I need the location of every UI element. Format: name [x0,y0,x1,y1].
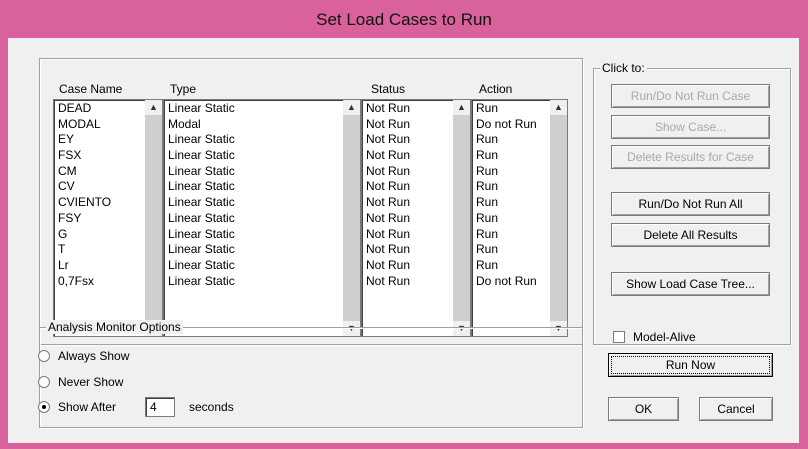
window-title: Set Load Cases to Run [0,0,808,38]
case-name-cell[interactable]: MODAL [56,117,144,133]
header-status: Status [371,82,406,96]
radio-button-icon[interactable] [38,375,50,388]
case-status-cell[interactable]: Not Run [364,258,452,274]
case-name-cell[interactable]: FSY [56,211,144,227]
radio-button-icon[interactable] [38,349,50,362]
radio-always-show-label: Always Show [58,349,130,363]
dialog-client-area: Case Name Type Status Action DEAD MODAL EY… [8,38,799,443]
case-action-cell[interactable]: Run [474,227,549,243]
case-type-cell[interactable]: Linear Static [166,132,342,148]
status-scrollbar[interactable]: ▲ ▼ [453,100,470,336]
case-type-cell[interactable]: Modal [166,117,342,133]
scroll-track[interactable] [145,115,162,321]
case-status-cell[interactable]: Not Run [364,242,452,258]
radio-always-show[interactable]: Always Show [38,348,129,364]
case-action-cell[interactable]: Run [474,132,549,148]
case-type-cell[interactable]: Linear Static [166,179,342,195]
case-type-cell[interactable]: Linear Static [166,227,342,243]
radio-button-selected-icon[interactable] [38,400,50,413]
case-action-cell[interactable]: Run [474,148,549,164]
delete-results-for-case-button[interactable]: Delete Results for Case [611,145,770,169]
header-case-name: Case Name [59,82,123,96]
model-alive-label: Model-Alive [633,330,696,344]
ok-button[interactable]: OK [608,397,679,421]
show-load-case-tree-button[interactable]: Show Load Case Tree... [611,272,770,296]
radio-show-after-label: Show After [58,400,117,414]
case-status-cell[interactable]: Not Run [364,227,452,243]
type-list[interactable]: Linear Static Modal Linear Static Linear St… [163,99,361,337]
run-do-not-run-case-button[interactable]: Run/Do Not Run Case [611,84,770,108]
case-name-cell[interactable]: CV [56,179,144,195]
case-action-cell[interactable]: Run [474,179,549,195]
status-list[interactable]: Not Run Not Run Not Run Not Run Not Run Not R… [361,99,471,337]
case-action-cell[interactable]: Run [474,258,549,274]
case-action-cell[interactable]: Run [474,211,549,227]
case-status-cell[interactable]: Not Run [364,274,452,290]
case-status-cell[interactable]: Not Run [364,148,452,164]
case-action-cell[interactable]: Do not Run [474,117,549,133]
scroll-up-icon[interactable]: ▲ [145,100,162,115]
delete-all-results-button[interactable]: Delete All Results [611,223,770,247]
case-status-cell[interactable]: Not Run [364,179,452,195]
scroll-track[interactable] [550,115,567,321]
case-status-cell[interactable]: Not Run [364,164,452,180]
action-scrollbar[interactable]: ▲ ▼ [550,100,567,336]
case-action-cell[interactable]: Run [474,195,549,211]
case-action-cell[interactable]: Run [474,242,549,258]
radio-never-show[interactable]: Never Show [38,374,123,390]
case-type-cell[interactable]: Linear Static [166,258,342,274]
case-status-cell[interactable]: Not Run [364,211,452,227]
cancel-button[interactable]: Cancel [699,397,773,421]
case-status-cell[interactable]: Not Run [364,195,452,211]
case-name-cell[interactable]: T [56,242,144,258]
case-type-cell[interactable]: Linear Static [166,211,342,227]
scroll-up-icon[interactable]: ▲ [550,100,567,115]
type-scrollbar[interactable]: ▲ ▼ [343,100,360,336]
case-status-cell[interactable]: Not Run [364,101,452,117]
scroll-track[interactable] [343,115,360,321]
case-status-cell[interactable]: Not Run [364,132,452,148]
scroll-up-icon[interactable]: ▲ [343,100,360,115]
case-name-scrollbar[interactable]: ▲ ▼ [145,100,162,336]
case-name-cell[interactable]: FSX [56,148,144,164]
case-name-cell[interactable]: Lr [56,258,144,274]
analysis-monitor-title: Analysis Monitor Options [46,320,183,334]
show-after-seconds-input[interactable]: 4 [145,397,175,417]
case-type-cell[interactable]: Linear Static [166,101,342,117]
scroll-up-icon[interactable]: ▲ [453,100,470,115]
case-name-list[interactable]: DEAD MODAL EY FSX CM CV CVIENTO FSY G T Lr 0,7Fsx ▲… [53,99,163,337]
case-type-cell[interactable]: Linear Static [166,195,342,211]
case-status-cell[interactable]: Not Run [364,117,452,133]
case-type-cell[interactable]: Linear Static [166,274,342,290]
case-action-cell[interactable]: Run [474,101,549,117]
case-name-cell[interactable]: EY [56,132,144,148]
case-type-cell[interactable]: Linear Static [166,164,342,180]
run-do-not-run-all-button[interactable]: Run/Do Not Run All [611,192,770,216]
action-list[interactable]: Run Do not Run Run Run Run Run Run Run Run Run Run… [471,99,568,337]
run-now-button[interactable]: Run Now [608,353,773,377]
seconds-label: seconds [189,400,234,414]
case-name-cell[interactable]: 0,7Fsx [56,274,144,290]
scroll-track[interactable] [453,115,470,321]
case-name-cell[interactable]: DEAD [56,101,144,117]
case-name-cell[interactable]: CM [56,164,144,180]
model-alive-checkbox[interactable] [613,331,625,343]
case-action-cell[interactable]: Do not Run [474,274,549,290]
click-to-title: Click to: [600,61,647,75]
case-name-cell[interactable]: CVIENTO [56,195,144,211]
case-type-cell[interactable]: Linear Static [166,242,342,258]
show-case-button[interactable]: Show Case... [611,115,770,139]
header-action: Action [479,82,513,96]
header-type: Type [170,82,197,96]
radio-never-show-label: Never Show [58,375,124,389]
case-action-cell[interactable]: Run [474,164,549,180]
case-type-cell[interactable]: Linear Static [166,148,342,164]
radio-show-after[interactable]: Show After [38,399,116,415]
case-name-cell[interactable]: G [56,227,144,243]
